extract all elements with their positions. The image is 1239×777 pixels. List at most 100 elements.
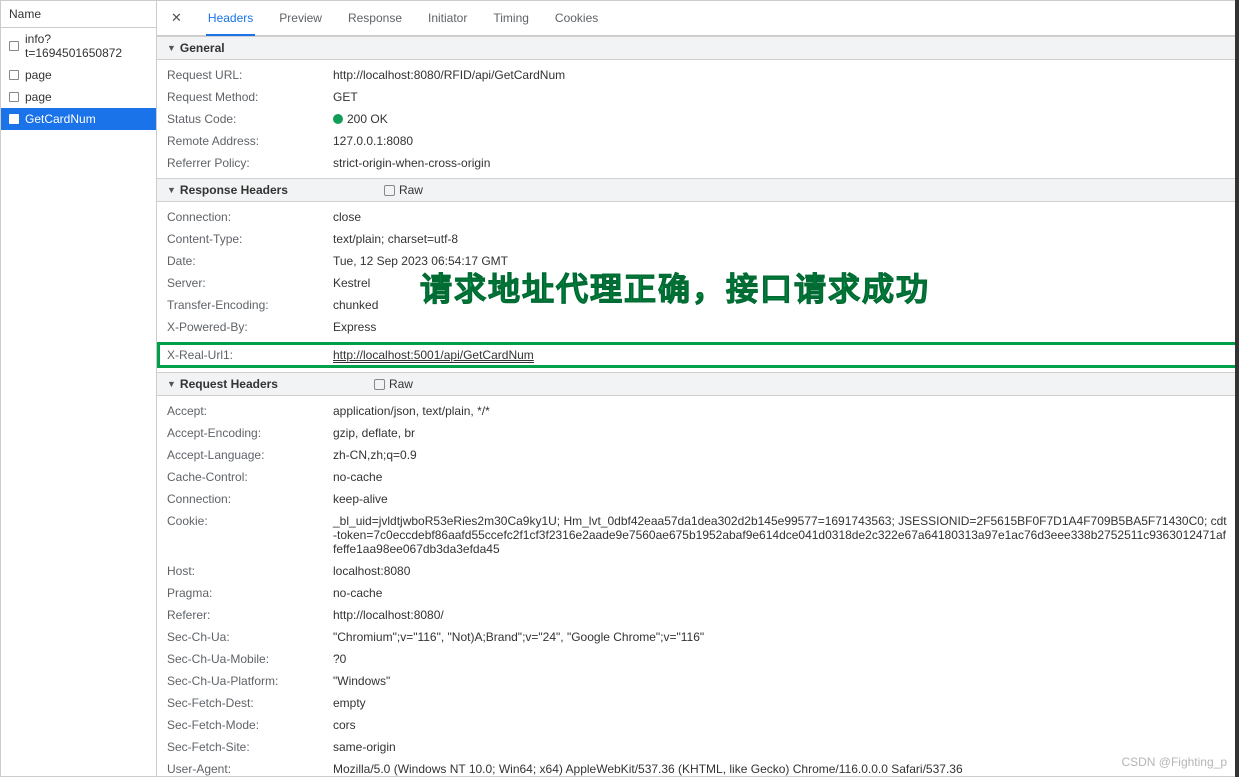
- header-value: application/json, text/plain, */*: [333, 404, 1228, 418]
- header-label: Accept:: [167, 404, 333, 418]
- header-value: keep-alive: [333, 492, 1228, 506]
- disclosure-triangle-icon: ▼: [167, 185, 176, 195]
- general-title: General: [180, 41, 225, 55]
- raw-toggle[interactable]: Raw: [374, 377, 413, 391]
- request-header-row: Pragma:no-cache: [157, 582, 1238, 604]
- request-header-row: Host:localhost:8080: [157, 560, 1238, 582]
- header-value: empty: [333, 696, 1228, 710]
- response-header-row: Transfer-Encoding:chunked: [157, 294, 1238, 316]
- tab-response[interactable]: Response: [346, 7, 404, 29]
- response-headers-body: Connection:closeContent-Type:text/plain;…: [157, 202, 1238, 342]
- checkbox-icon: [384, 185, 395, 196]
- header-value: Express: [333, 320, 1228, 334]
- request-header-row: User-Agent:Mozilla/5.0 (Windows NT 10.0;…: [157, 758, 1238, 776]
- referrer-policy-value: strict-origin-when-cross-origin: [333, 156, 1228, 170]
- header-value: chunked: [333, 298, 1228, 312]
- sidebar-item-label: GetCardNum: [25, 112, 96, 126]
- request-headers-header[interactable]: ▼ Request Headers Raw: [157, 372, 1238, 396]
- disclosure-triangle-icon: ▼: [167, 379, 176, 389]
- header-value: text/plain; charset=utf-8: [333, 232, 1228, 246]
- tab-headers[interactable]: Headers: [206, 7, 255, 36]
- response-headers-header[interactable]: ▼ Response Headers Raw: [157, 178, 1238, 202]
- header-label: User-Agent:: [167, 762, 333, 776]
- response-header-row: X-Powered-By:Express: [157, 316, 1238, 338]
- header-label: Cookie:: [167, 514, 333, 528]
- header-label: Cache-Control:: [167, 470, 333, 484]
- remote-address-value: 127.0.0.1:8080: [333, 134, 1228, 148]
- header-value: "Chromium";v="116", "Not)A;Brand";v="24"…: [333, 630, 1228, 644]
- header-label: Accept-Language:: [167, 448, 333, 462]
- header-value: same-origin: [333, 740, 1228, 754]
- header-value: zh-CN,zh;q=0.9: [333, 448, 1228, 462]
- request-header-row: Sec-Ch-Ua:"Chromium";v="116", "Not)A;Bra…: [157, 626, 1238, 648]
- status-dot-icon: [333, 114, 343, 124]
- header-label: Sec-Fetch-Site:: [167, 740, 333, 754]
- status-code-label: Status Code:: [167, 112, 333, 126]
- header-value: Kestrel: [333, 276, 1228, 290]
- header-label: Transfer-Encoding:: [167, 298, 333, 312]
- sidebar-item-2[interactable]: page: [1, 86, 156, 108]
- sidebar-item-label: page: [25, 68, 52, 82]
- general-body: Request URL:http://localhost:8080/RFID/a…: [157, 60, 1238, 178]
- tab-cookies[interactable]: Cookies: [553, 7, 600, 29]
- response-header-row: Date:Tue, 12 Sep 2023 06:54:17 GMT: [157, 250, 1238, 272]
- header-value: close: [333, 210, 1228, 224]
- sidebar-item-label: info?t=1694501650872: [25, 32, 148, 60]
- request-icon: [9, 41, 19, 51]
- request-header-row: Sec-Fetch-Site:same-origin: [157, 736, 1238, 758]
- sidebar-item-1[interactable]: page: [1, 64, 156, 86]
- header-label: Pragma:: [167, 586, 333, 600]
- request-header-row: Cache-Control:no-cache: [157, 466, 1238, 488]
- header-value: _bl_uid=jvldtjwboR53eRies2m30Ca9ky1U; Hm…: [333, 514, 1228, 556]
- header-value: no-cache: [333, 586, 1228, 600]
- request-header-row: Sec-Ch-Ua-Mobile:?0: [157, 648, 1238, 670]
- request-header-row: Sec-Ch-Ua-Platform:"Windows": [157, 670, 1238, 692]
- x-real-url-label: X-Real-Url1:: [167, 348, 333, 362]
- tabs-container: HeadersPreviewResponseInitiatorTimingCoo…: [206, 7, 600, 29]
- request-icon: [9, 70, 19, 80]
- request-url-value: http://localhost:8080/RFID/api/GetCardNu…: [333, 68, 1228, 82]
- header-label: Date:: [167, 254, 333, 268]
- sidebar-header: Name: [1, 1, 156, 28]
- request-method-value: GET: [333, 90, 1228, 104]
- general-header[interactable]: ▼ General: [157, 36, 1238, 60]
- request-header-row: Referer:http://localhost:8080/: [157, 604, 1238, 626]
- response-headers-title: Response Headers: [180, 183, 288, 197]
- request-url-label: Request URL:: [167, 68, 333, 82]
- request-list-sidebar: Name info?t=1694501650872 page page GetCard…: [1, 1, 157, 776]
- header-label: Sec-Fetch-Mode:: [167, 718, 333, 732]
- response-header-row: Connection:close: [157, 206, 1238, 228]
- tab-timing[interactable]: Timing: [491, 7, 531, 29]
- request-icon: [9, 92, 19, 102]
- header-label: Sec-Ch-Ua-Platform:: [167, 674, 333, 688]
- remote-address-label: Remote Address:: [167, 134, 333, 148]
- header-label: X-Powered-By:: [167, 320, 333, 334]
- header-label: Connection:: [167, 210, 333, 224]
- status-code-value: 200 OK: [333, 112, 1228, 126]
- main-panel: ✕ Headers Preview Response Initiator Timing C…: [157, 1, 1238, 776]
- x-real-url-row: X-Real-Url1: http://localhost:5001/api/G…: [157, 342, 1238, 368]
- header-label: Sec-Ch-Ua-Mobile:: [167, 652, 333, 666]
- request-header-row: Accept:application/json, text/plain, */*: [157, 400, 1238, 422]
- sidebar-item-0[interactable]: info?t=1694501650872: [1, 28, 156, 64]
- request-icon: [9, 114, 19, 124]
- header-value: "Windows": [333, 674, 1228, 688]
- request-header-row: Accept-Language:zh-CN,zh;q=0.9: [157, 444, 1238, 466]
- referrer-policy-label: Referrer Policy:: [167, 156, 333, 170]
- response-header-row: Content-Type:text/plain; charset=utf-8: [157, 228, 1238, 250]
- header-value: ?0: [333, 652, 1228, 666]
- close-icon[interactable]: ✕: [167, 10, 186, 26]
- header-label: Content-Type:: [167, 232, 333, 246]
- tab-preview[interactable]: Preview: [277, 7, 324, 29]
- raw-toggle[interactable]: Raw: [384, 183, 423, 197]
- header-value: http://localhost:8080/: [333, 608, 1228, 622]
- checkbox-icon: [374, 379, 385, 390]
- request-method-label: Request Method:: [167, 90, 333, 104]
- request-header-row: Accept-Encoding:gzip, deflate, br: [157, 422, 1238, 444]
- tabs-bar: ✕ Headers Preview Response Initiator Timing C…: [157, 1, 1238, 36]
- tab-initiator[interactable]: Initiator: [426, 7, 469, 29]
- right-edge: [1235, 0, 1239, 777]
- header-value: no-cache: [333, 470, 1228, 484]
- request-headers-title: Request Headers: [180, 377, 278, 391]
- sidebar-item-3[interactable]: GetCardNum: [1, 108, 156, 130]
